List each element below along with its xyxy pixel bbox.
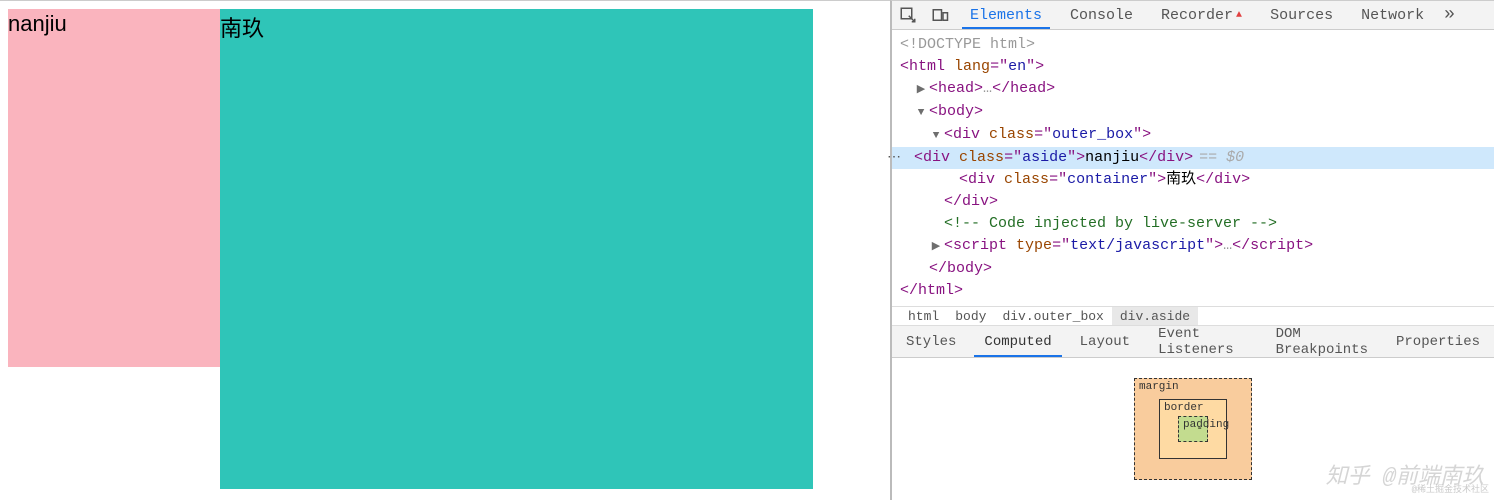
dom-line-selected[interactable]: <div class="aside">nanjiu</div>== $0 bbox=[892, 147, 1494, 169]
crumb-body[interactable]: body bbox=[947, 307, 994, 325]
doctype: <!DOCTYPE html> bbox=[900, 36, 1035, 53]
dom-line[interactable]: <html lang="en"> bbox=[900, 56, 1486, 78]
padding-label: padding bbox=[1183, 419, 1229, 431]
dom-line[interactable]: <div class="container">南玖</div> bbox=[900, 169, 1486, 191]
dom-line[interactable]: </div> bbox=[900, 191, 1486, 213]
dom-line[interactable]: <!-- Code injected by live-server --> bbox=[900, 213, 1486, 235]
styles-tab-styles[interactable]: Styles bbox=[892, 326, 970, 357]
tab-elements[interactable]: Elements bbox=[956, 1, 1056, 29]
aside-box: nanjiu bbox=[8, 9, 220, 367]
outer-box: nanjiu 南玖 bbox=[0, 1, 890, 497]
watermark: 知乎 @前端南玖 bbox=[1326, 458, 1484, 490]
inspect-icon[interactable] bbox=[894, 1, 922, 29]
container-box: 南玖 bbox=[220, 9, 813, 489]
collapse-icon[interactable]: ▼ bbox=[915, 102, 927, 124]
expand-icon[interactable]: ▶ bbox=[930, 236, 942, 258]
box-model-area: margin border padding - 知乎 @前端南玖 @稀土掘金技术… bbox=[892, 358, 1494, 500]
dom-line[interactable]: </html> bbox=[900, 280, 1486, 302]
page-viewport: nanjiu 南玖 bbox=[0, 0, 890, 500]
padding-dash: - bbox=[1196, 423, 1203, 435]
devtools-toolbar: Elements Console Recorder▲ Sources Netwo… bbox=[892, 1, 1494, 30]
devtools-tabs: Elements Console Recorder▲ Sources Netwo… bbox=[956, 1, 1461, 29]
breadcrumb: html body div.outer_box div.aside bbox=[892, 306, 1494, 326]
dom-line[interactable]: <!DOCTYPE html> bbox=[900, 34, 1486, 56]
tabs-overflow-icon[interactable]: » bbox=[1438, 1, 1461, 29]
tab-console[interactable]: Console bbox=[1056, 1, 1147, 29]
dom-line[interactable]: ▼<body> bbox=[900, 101, 1486, 124]
tab-recorder[interactable]: Recorder▲ bbox=[1147, 1, 1256, 29]
styles-tab-computed[interactable]: Computed bbox=[970, 326, 1065, 357]
dom-line[interactable]: ▶<head>…</head> bbox=[900, 78, 1486, 101]
expand-icon[interactable]: ▶ bbox=[915, 79, 927, 101]
crumb-outer-box[interactable]: div.outer_box bbox=[994, 307, 1111, 325]
tab-sources[interactable]: Sources bbox=[1256, 1, 1347, 29]
recorder-indicator-icon: ▲ bbox=[1236, 10, 1242, 21]
styles-tab-dom-breakpoints[interactable]: DOM Breakpoints bbox=[1262, 326, 1382, 357]
crumb-html[interactable]: html bbox=[900, 307, 947, 325]
tab-network[interactable]: Network bbox=[1347, 1, 1438, 29]
tab-label: Recorder bbox=[1161, 7, 1233, 24]
margin-label: margin bbox=[1139, 381, 1179, 393]
devtools-panel: Elements Console Recorder▲ Sources Netwo… bbox=[890, 0, 1494, 500]
border-label: border bbox=[1164, 402, 1204, 414]
box-model[interactable]: margin border padding - bbox=[1134, 378, 1252, 480]
watermark-small: @稀土掘金技术社区 bbox=[1412, 482, 1489, 495]
dom-line[interactable]: ▶<script type="text/javascript">…</scrip… bbox=[900, 235, 1486, 258]
styles-tab-event-listeners[interactable]: Event Listeners bbox=[1144, 326, 1262, 357]
styles-tab-layout[interactable]: Layout bbox=[1066, 326, 1144, 357]
crumb-aside[interactable]: div.aside bbox=[1112, 307, 1198, 325]
dom-tree[interactable]: <!DOCTYPE html> <html lang="en"> ▶<head>… bbox=[892, 30, 1494, 306]
styles-tabs: Styles Computed Layout Event Listeners D… bbox=[892, 326, 1494, 358]
dom-line[interactable]: </body> bbox=[900, 258, 1486, 280]
dom-line[interactable]: ▼<div class="outer_box"> bbox=[900, 124, 1486, 147]
styles-tab-properties[interactable]: Properties bbox=[1382, 326, 1494, 357]
collapse-icon[interactable]: ▼ bbox=[930, 125, 942, 147]
device-toggle-icon[interactable] bbox=[926, 1, 954, 29]
